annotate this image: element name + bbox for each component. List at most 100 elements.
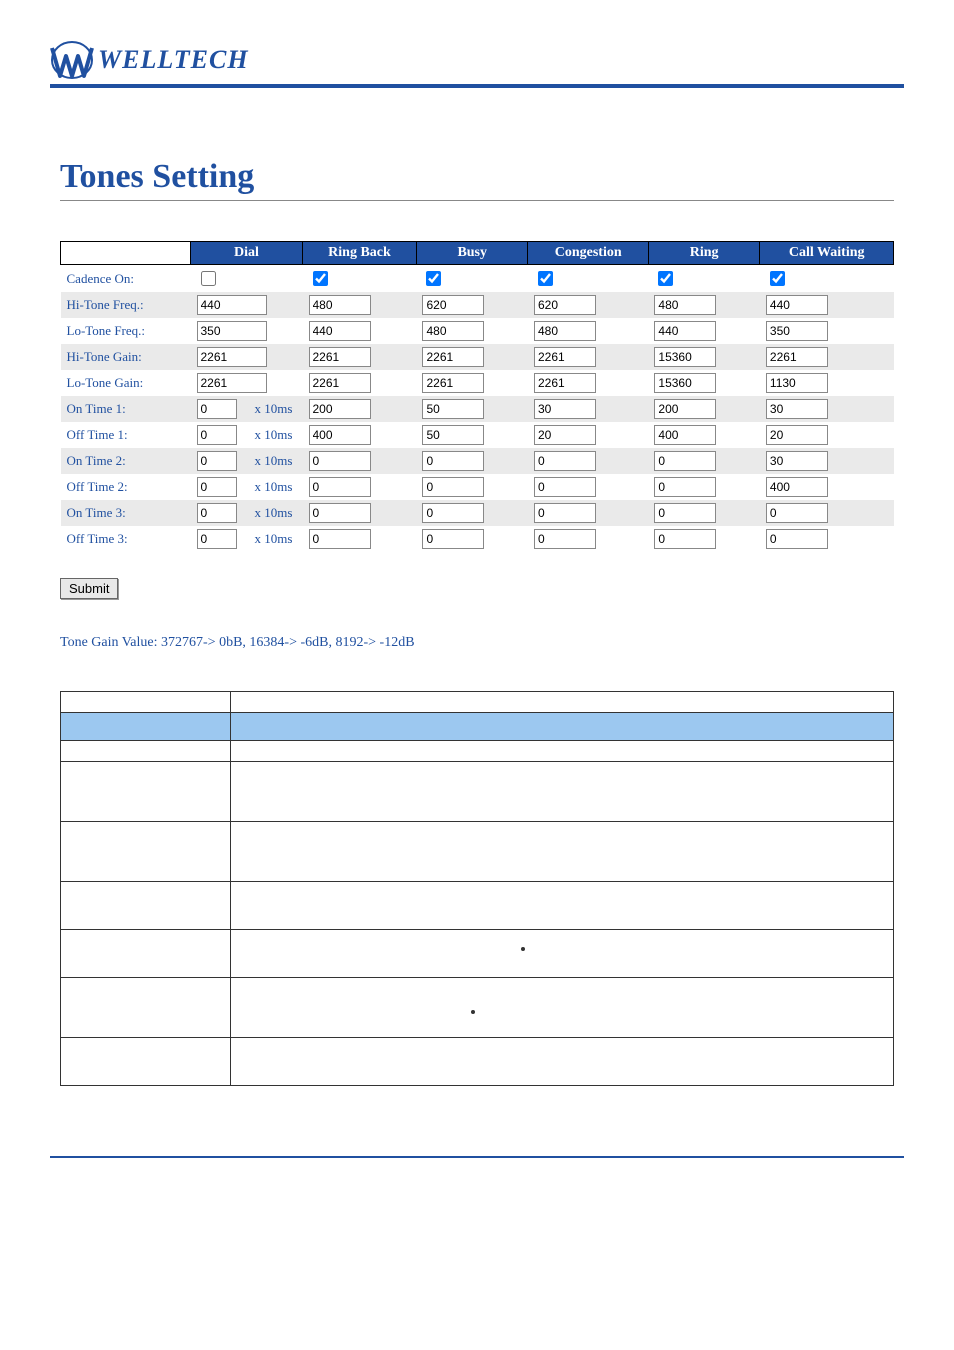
hifreq-busy[interactable] (422, 295, 484, 315)
on1-ringback[interactable] (309, 399, 371, 419)
submit-button[interactable]: Submit (60, 578, 118, 599)
off1-unit: x 10ms (249, 427, 293, 442)
off2-dial[interactable] (197, 477, 237, 497)
row-cadence-label: Cadence On: (61, 265, 191, 293)
desc-cell (231, 930, 894, 978)
description-table (60, 691, 894, 1086)
higain-ring[interactable] (654, 347, 716, 367)
off1-busy[interactable] (422, 425, 484, 445)
off2-ringback[interactable] (309, 477, 371, 497)
logain-congestion[interactable] (534, 373, 596, 393)
col-ringback: Ring Back (303, 242, 417, 265)
logain-dial[interactable] (197, 373, 267, 393)
off3-busy[interactable] (422, 529, 484, 549)
off1-ringback[interactable] (309, 425, 371, 445)
col-callwaiting: Call Waiting (760, 242, 894, 265)
higain-ringback[interactable] (309, 347, 371, 367)
off1-ring[interactable] (654, 425, 716, 445)
on1-congestion[interactable] (534, 399, 596, 419)
hifreq-ring[interactable] (654, 295, 716, 315)
off1-callwaiting[interactable] (766, 425, 828, 445)
on1-ring[interactable] (654, 399, 716, 419)
cadence-ringback[interactable] (313, 271, 328, 286)
off3-dial[interactable] (197, 529, 237, 549)
on1-busy[interactable] (422, 399, 484, 419)
off1-dial[interactable] (197, 425, 237, 445)
off3-ringback[interactable] (309, 529, 371, 549)
on3-busy[interactable] (422, 503, 484, 523)
on3-ring[interactable] (654, 503, 716, 523)
higain-dial[interactable] (197, 347, 267, 367)
on2-busy[interactable] (422, 451, 484, 471)
off2-busy[interactable] (422, 477, 484, 497)
on3-callwaiting[interactable] (766, 503, 828, 523)
brand-logo: WELLTECH (50, 40, 904, 80)
footer-rule (50, 1156, 904, 1158)
desc-cell (231, 741, 894, 762)
cadence-busy[interactable] (426, 271, 441, 286)
desc-cell (61, 822, 231, 882)
col-ring: Ring (648, 242, 760, 265)
higain-callwaiting[interactable] (766, 347, 828, 367)
hifreq-dial[interactable] (197, 295, 267, 315)
desc-cell (61, 1038, 231, 1086)
cadence-callwaiting[interactable] (770, 271, 785, 286)
lofreq-callwaiting[interactable] (766, 321, 828, 341)
lofreq-ring[interactable] (654, 321, 716, 341)
bullet-icon (521, 947, 525, 951)
on1-dial[interactable] (197, 399, 237, 419)
cadence-dial[interactable] (201, 271, 216, 286)
lofreq-ringback[interactable] (309, 321, 371, 341)
off2-congestion[interactable] (534, 477, 596, 497)
off3-unit: x 10ms (249, 531, 293, 546)
off3-callwaiting[interactable] (766, 529, 828, 549)
off1-congestion[interactable] (534, 425, 596, 445)
desc-cell (61, 882, 231, 930)
desc-cell (231, 762, 894, 822)
desc-cell (61, 978, 231, 1038)
title-rule (60, 200, 894, 201)
desc-cell (231, 882, 894, 930)
on3-congestion[interactable] (534, 503, 596, 523)
col-congestion: Congestion (528, 242, 648, 265)
desc-cell (61, 930, 231, 978)
on1-callwaiting[interactable] (766, 399, 828, 419)
on3-dial[interactable] (197, 503, 237, 523)
logain-ring[interactable] (654, 373, 716, 393)
on3-ringback[interactable] (309, 503, 371, 523)
header-bar: WELLTECH (50, 40, 904, 88)
off3-ring[interactable] (654, 529, 716, 549)
off2-callwaiting[interactable] (766, 477, 828, 497)
lofreq-congestion[interactable] (534, 321, 596, 341)
on2-ring[interactable] (654, 451, 716, 471)
on2-congestion[interactable] (534, 451, 596, 471)
row-on1-label: On Time 1: (61, 396, 191, 422)
desc-cell (231, 978, 894, 1038)
brand-name: WELLTECH (98, 45, 249, 75)
logain-callwaiting[interactable] (766, 373, 828, 393)
off2-ring[interactable] (654, 477, 716, 497)
col-dial: Dial (191, 242, 303, 265)
hifreq-callwaiting[interactable] (766, 295, 828, 315)
cadence-ring[interactable] (658, 271, 673, 286)
lofreq-dial[interactable] (197, 321, 267, 341)
hifreq-ringback[interactable] (309, 295, 371, 315)
logain-ringback[interactable] (309, 373, 371, 393)
logain-busy[interactable] (422, 373, 484, 393)
hifreq-congestion[interactable] (534, 295, 596, 315)
tones-table: Dial Ring Back Busy Congestion Ring Call… (60, 241, 894, 552)
row-logain-label: Lo-Tone Gain: (61, 370, 191, 396)
cadence-congestion[interactable] (538, 271, 553, 286)
on2-dial[interactable] (197, 451, 237, 471)
off3-congestion[interactable] (534, 529, 596, 549)
desc-cell (61, 692, 231, 713)
on2-callwaiting[interactable] (766, 451, 828, 471)
desc-cell (231, 1038, 894, 1086)
lofreq-busy[interactable] (422, 321, 484, 341)
higain-congestion[interactable] (534, 347, 596, 367)
row-lofreq-label: Lo-Tone Freq.: (61, 318, 191, 344)
desc-cell (61, 741, 231, 762)
higain-busy[interactable] (422, 347, 484, 367)
on2-ringback[interactable] (309, 451, 371, 471)
tones-form: Dial Ring Back Busy Congestion Ring Call… (60, 241, 894, 651)
